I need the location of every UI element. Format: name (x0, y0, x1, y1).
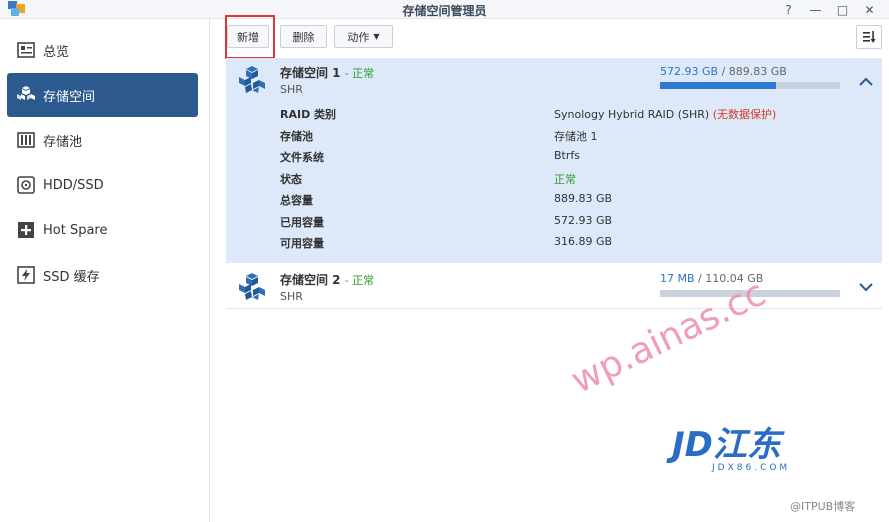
usage-bar-fill (660, 82, 776, 89)
usage-bar (660, 82, 840, 89)
highlight-box (225, 15, 275, 59)
watermark-brand-sub: JDX86.COM (712, 463, 791, 473)
detail-key: 存储池 (280, 130, 313, 143)
raid-warning: (无数据保护) (712, 108, 777, 121)
total-capacity: / 889.83 GB (721, 65, 787, 78)
sidebar-item-overview[interactable]: 总览 (7, 28, 198, 72)
detail-value: 889.83 GB (554, 192, 613, 205)
close-button[interactable]: ✕ (856, 0, 883, 19)
sidebar-item-label: 总览 (43, 44, 70, 60)
detail-row: 文件系统 Btrfs (280, 149, 860, 167)
volume-status: - 正常 (344, 274, 375, 287)
caret-down-icon: ▼ (373, 32, 380, 41)
ssd-cache-icon (16, 265, 36, 285)
title-bar: 存储空间管理员 ? — □ ✕ (0, 0, 889, 19)
detail-key: 文件系统 (280, 151, 324, 164)
volume-panel-1[interactable]: 存储空间 1 - 正常 SHR 572.93 GB / 889.83 GB RA… (226, 58, 882, 263)
volume-title: 存储空间 2 - 正常 (280, 271, 374, 288)
sidebar-item-label: HDD/SSD (43, 177, 104, 193)
volume-type: SHR (280, 290, 303, 303)
window-title: 存储空间管理员 (402, 4, 487, 18)
detail-key: 可用容量 (280, 237, 324, 250)
volume-icon (239, 273, 265, 300)
volume-panel-2[interactable]: 存储空间 2 - 正常 SHR 17 MB / 110.04 GB (226, 265, 882, 309)
sidebar-item-hdd-ssd[interactable]: HDD/SSD (7, 163, 198, 207)
volume-type: SHR (280, 83, 303, 96)
disk-icon (16, 175, 36, 195)
detail-value: Synology Hybrid RAID (SHR) (无数据保护) (554, 106, 776, 122)
detail-value: 存储池 1 (554, 130, 598, 143)
detail-key: 已用容量 (280, 216, 324, 229)
storage-pool-icon (16, 130, 36, 150)
delete-button[interactable]: 删除 (280, 25, 327, 48)
sidebar-item-label: Hot Spare (43, 222, 108, 238)
sidebar-item-storage-pool[interactable]: 存储池 (7, 118, 198, 162)
volume-name: 存储空间 1 (280, 66, 341, 80)
detail-key: 总容量 (280, 194, 313, 207)
used-capacity: 572.93 GB (660, 65, 719, 78)
detail-value: Btrfs (554, 149, 580, 162)
detail-value: 316.89 GB (554, 235, 613, 248)
storage-volume-icon (16, 85, 36, 105)
sidebar-item-storage-volume[interactable]: 存储空间 (7, 73, 198, 117)
sidebar-item-label: 存储池 (43, 134, 83, 150)
chevron-down-icon[interactable] (858, 279, 874, 295)
detail-value: 572.93 GB (554, 214, 613, 227)
detail-row: RAID 类别 Synology Hybrid RAID (SHR) (无数据保护… (280, 106, 860, 124)
action-dropdown[interactable]: 动作 ▼ (334, 25, 393, 48)
detail-key: 状态 (280, 173, 302, 186)
sidebar-item-ssd-cache[interactable]: SSD 缓存 (7, 253, 198, 297)
sort-icon (863, 31, 876, 43)
action-label: 动作 (347, 30, 370, 44)
detail-row: 可用容量 316.89 GB (280, 235, 860, 253)
raid-type: Synology Hybrid RAID (SHR) (554, 108, 710, 121)
overview-icon (16, 40, 36, 60)
detail-row: 状态 正常 (280, 171, 860, 189)
detail-key: RAID 类别 (280, 108, 337, 121)
chevron-up-icon[interactable] (858, 74, 874, 90)
used-capacity: 17 MB (660, 272, 695, 285)
sidebar-item-label: 存储空间 (43, 89, 96, 105)
detail-row: 已用容量 572.93 GB (280, 214, 860, 232)
watermark-logo: JD江东 JDX86.COM (672, 427, 862, 477)
volume-title: 存储空间 1 - 正常 (280, 64, 374, 81)
volume-icon (239, 66, 265, 93)
detail-row: 总容量 889.83 GB (280, 192, 860, 210)
sidebar-item-hot-spare[interactable]: Hot Spare (7, 208, 198, 252)
sidebar: 总览 存储空间 存储池 HDD/SSD Hot Spare SSD 缓存 (0, 19, 210, 522)
sort-button[interactable] (856, 25, 882, 49)
maximize-button[interactable]: □ (829, 0, 856, 19)
volume-status: - 正常 (344, 67, 375, 80)
sidebar-item-label: SSD 缓存 (43, 269, 100, 285)
watermark-brand: JD江东 (672, 425, 781, 465)
detail-value: 正常 (554, 173, 576, 186)
minimize-button[interactable]: — (802, 0, 829, 19)
hot-spare-icon (16, 220, 36, 240)
detail-row: 存储池 存储池 1 (280, 128, 860, 146)
volume-name: 存储空间 2 (280, 273, 341, 287)
usage-text: 572.93 GB / 889.83 GB (660, 65, 787, 78)
watermark-credit: @ITPUB博客 (790, 500, 856, 513)
help-button[interactable]: ? (775, 0, 802, 19)
